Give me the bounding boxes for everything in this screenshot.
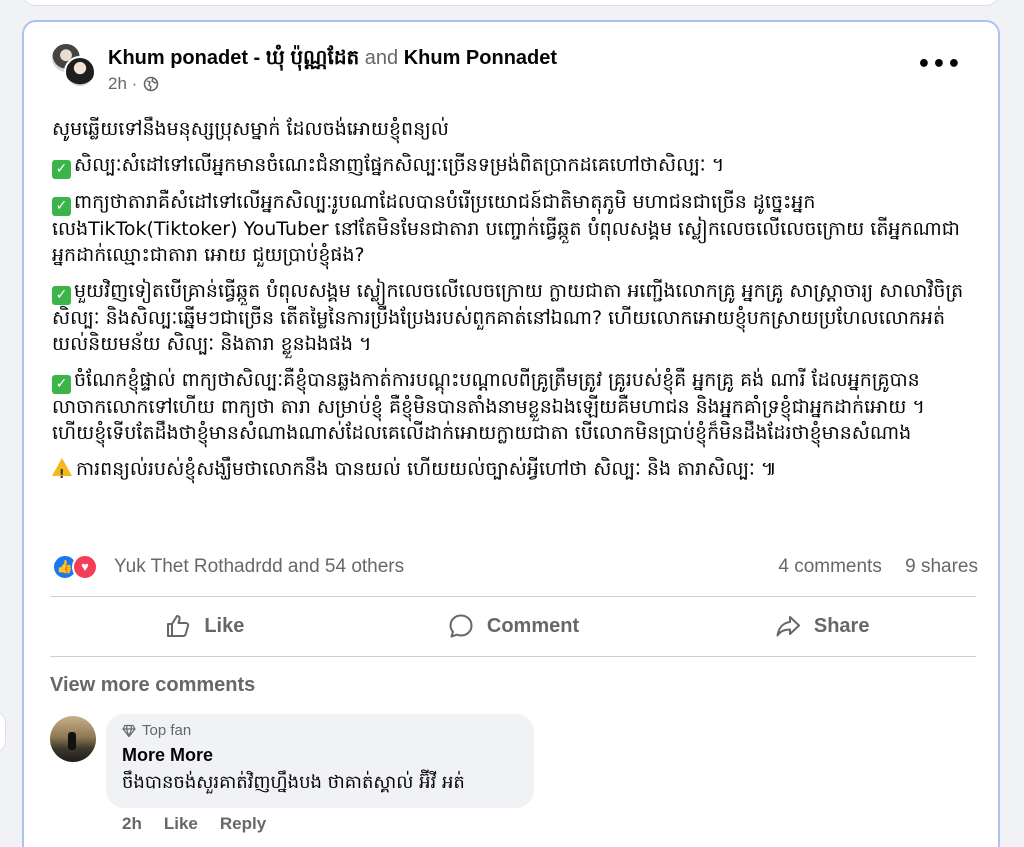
warning-icon [52,458,72,487]
side-panel-edge [0,712,6,752]
comment-meta: 2h Like Reply [122,814,266,834]
author-avatar-2[interactable] [64,56,96,88]
share-icon [776,616,800,637]
commenter-name[interactable]: More More [122,745,518,766]
more-options-button[interactable]: ••• [917,52,962,77]
globe-icon [143,76,159,92]
author-name-1[interactable]: Khum ponadet - ឃុំ ប៉ុណ្ណដែត [108,47,359,69]
reactions-bar: 👍 ♥ Yuk Thet Rothadrdd and 54 others 4 c… [52,552,978,580]
author-avatars[interactable] [50,42,100,90]
divider [50,596,976,597]
top-fan-label: Top fan [142,722,192,739]
post-paragraph: ការពន្យល់របស់ខ្ញុំសង្ឃឹមថាលោកនឹង បានយល់ … [52,456,972,487]
commenter-avatar[interactable] [50,716,96,762]
comment-time[interactable]: 2h [122,814,142,834]
share-button-label: Share [813,614,870,637]
post-actions: Like Comment Share [50,604,976,648]
author-name-2[interactable]: Khum Ponnadet [404,47,557,69]
post-text: សូមឆ្លើយទៅនឹងមនុស្សប្រុសម្នាក់ ដែលចង់អោយ… [52,116,972,492]
comment-bubble: Top fan More More ចឹងបានចង់សួរគាត់វិញហ្ន… [106,714,534,808]
post-card: Khum ponadet - ឃុំ ប៉ុណ្ណដែត and Khum Po… [22,20,1000,847]
post-paragraph: ✓ ពាក្យថាតារាគឺសំដៅទៅលើអ្នកសិល្បៈរូបណាដែល… [52,191,960,266]
check-mark-icon: ✓ [52,375,71,394]
author-connector: and [364,47,399,69]
comment-button-label: Comment [486,614,580,637]
post-meta: 2h · [108,74,159,94]
post-time[interactable]: 2h · [108,74,137,94]
check-mark-icon: ✓ [52,160,71,179]
divider [50,656,976,657]
comments-count[interactable]: 4 comments [778,556,881,577]
diamond-icon [122,724,136,737]
post-paragraph: ✓ មួយវិញទៀតបើគ្រាន់ធ្វើឆ្កួត បំពុលសង្គម ស… [52,280,964,355]
shares-count[interactable]: 9 shares [905,556,978,577]
post-paragraph: ✓ សិល្បៈសំដៅទៅលើអ្នកមានចំណេះជំនាញផ្នែកសិល… [52,152,972,179]
check-mark-icon: ✓ [52,286,71,305]
comment-like-link[interactable]: Like [164,814,198,834]
comment-reply-link[interactable]: Reply [220,814,266,834]
previous-post-card-edge [22,0,1000,6]
post-paragraph: ✓ ចំណែកខ្ញុំផ្ទាល់ ពាក្យថាសិល្បៈគឺខ្ញុំបា… [52,369,925,444]
reaction-icons[interactable]: 👍 ♥ [52,554,106,580]
post-paragraph: សូមឆ្លើយទៅនឹងមនុស្សប្រុសម្នាក់ ដែលចង់អោយ… [52,118,449,140]
check-mark-icon: ✓ [52,197,71,216]
view-more-comments-link[interactable]: View more comments [50,674,255,697]
comment-text: ចឹងបានចង់សួរគាត់វិញហ្នឹងបង ថាគាត់ស្គាល់ … [122,772,465,793]
reaction-names[interactable]: Yuk Thet Rothadrdd and 54 others [114,556,404,578]
share-button[interactable]: Share [667,604,976,648]
comment-button[interactable]: Comment [359,604,668,648]
comment-icon [449,614,473,638]
like-button-label: Like [204,614,245,637]
like-button[interactable]: Like [50,604,359,648]
post-authors: Khum ponadet - ឃុំ ប៉ុណ្ណដែត and Khum Po… [108,44,557,74]
thumbs-up-icon [167,615,190,637]
engagement-counts: 4 comments 9 shares [760,556,978,578]
top-fan-badge: Top fan [122,722,518,739]
love-reaction-icon: ♥ [72,554,98,580]
